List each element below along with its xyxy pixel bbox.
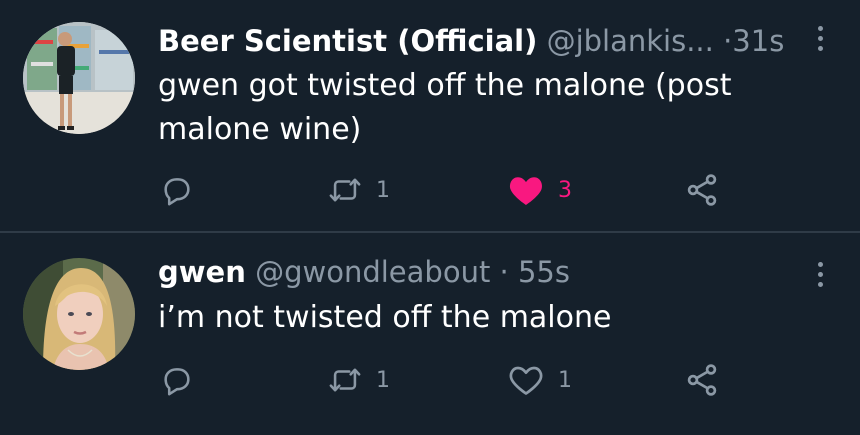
tweet-header: gwen @gwondleabout · 55s bbox=[158, 254, 570, 290]
avatar-gwen[interactable] bbox=[23, 258, 135, 370]
reply-icon bbox=[164, 368, 190, 396]
reply-icon bbox=[164, 178, 190, 206]
tweet-text-line: i’m not twisted off the malone bbox=[158, 300, 612, 335]
more-icon[interactable] bbox=[818, 262, 826, 292]
share-icon bbox=[687, 174, 717, 206]
tweet-text: i’m not twisted off the malone bbox=[158, 296, 798, 340]
timestamp[interactable]: 31s bbox=[732, 24, 784, 58]
retweet-icon bbox=[329, 368, 361, 392]
tweet-header: Beer Scientist (Official) @jblankis... ·… bbox=[158, 23, 784, 59]
retweet-icon bbox=[329, 178, 361, 202]
retweet-count: 1 bbox=[376, 177, 390, 203]
heart-icon bbox=[509, 177, 543, 205]
reply-button[interactable] bbox=[160, 170, 194, 210]
avatar-beer-scientist[interactable] bbox=[23, 22, 135, 134]
like-count: 1 bbox=[558, 367, 572, 393]
share-icon bbox=[687, 364, 717, 396]
retweet-button[interactable]: 1 bbox=[328, 170, 390, 210]
like-button[interactable]: 1 bbox=[508, 360, 572, 400]
action-bar: 1 3 bbox=[0, 170, 860, 210]
share-button[interactable] bbox=[684, 360, 720, 400]
tweet-text-line: gwen got twisted off the malone (post bbox=[158, 68, 732, 103]
display-name[interactable]: gwen bbox=[158, 255, 246, 289]
more-icon[interactable] bbox=[818, 26, 826, 56]
display-name[interactable]: Beer Scientist (Official) bbox=[158, 24, 537, 58]
user-handle[interactable]: @jblankis... bbox=[547, 24, 714, 58]
tweet-text-line: malone wine) bbox=[158, 112, 362, 147]
reply-button[interactable] bbox=[160, 360, 194, 400]
heart-icon bbox=[509, 366, 543, 395]
retweet-button[interactable]: 1 bbox=[328, 360, 390, 400]
tweet-1[interactable]: Beer Scientist (Official) @jblankis... ·… bbox=[0, 0, 860, 232]
timestamp[interactable]: 55s bbox=[518, 255, 570, 289]
like-button[interactable]: 3 bbox=[508, 170, 572, 210]
action-bar: 1 1 bbox=[0, 360, 860, 400]
retweet-count: 1 bbox=[376, 367, 390, 393]
user-handle[interactable]: @gwondleabout bbox=[255, 255, 490, 289]
tweet-divider bbox=[0, 231, 860, 233]
separator-dot: · bbox=[723, 24, 733, 58]
separator-dot: · bbox=[499, 255, 509, 289]
like-count: 3 bbox=[558, 177, 572, 203]
tweet-text: gwen got twisted off the malone (post ma… bbox=[158, 64, 798, 152]
share-button[interactable] bbox=[684, 170, 720, 210]
